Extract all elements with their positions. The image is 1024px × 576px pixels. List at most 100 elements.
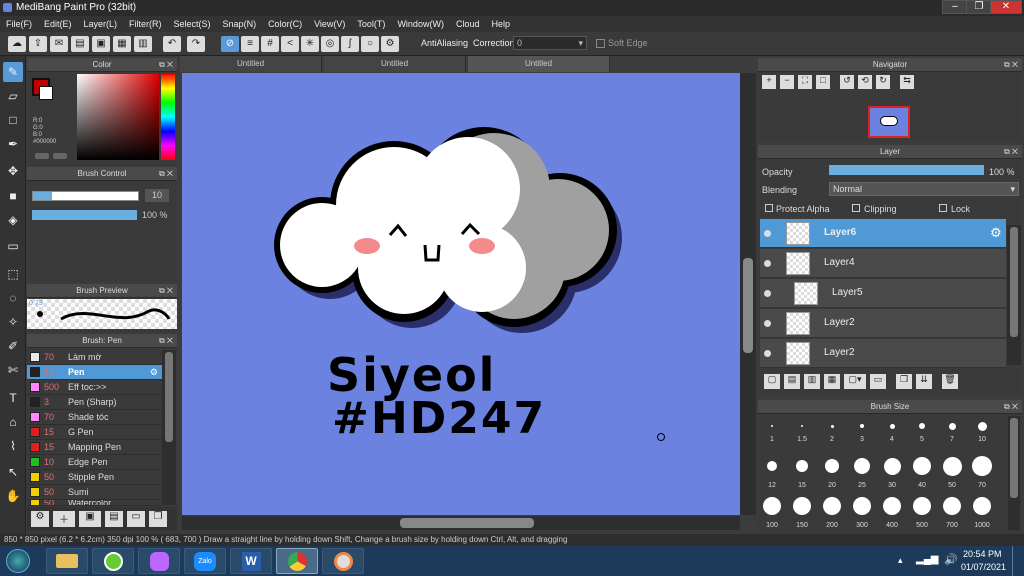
layer-opacity-slider[interactable] xyxy=(829,165,984,175)
menu-select[interactable]: Select(S) xyxy=(174,19,211,29)
comment-icon[interactable]: ✉ xyxy=(50,36,68,52)
layer-row[interactable]: Layer4 xyxy=(760,249,1006,278)
zoom-out-icon[interactable]: − xyxy=(780,75,794,89)
brush-opacity-slider[interactable] xyxy=(32,210,137,220)
layer-visibility-icon[interactable] xyxy=(764,290,771,297)
menu-snap[interactable]: Snap(N) xyxy=(223,19,257,29)
brush-size-dot[interactable] xyxy=(767,461,777,471)
brush-size-dot[interactable] xyxy=(801,425,803,427)
hand-tool-icon[interactable]: ✋ xyxy=(3,486,23,506)
brush-list-item[interactable]: 10 Edge Pen xyxy=(27,455,162,470)
brush-size-dot[interactable] xyxy=(883,457,901,475)
network-icon[interactable]: ▂▄▆ xyxy=(916,554,938,565)
menu-window[interactable]: Window(W) xyxy=(397,19,444,29)
circle-snap-icon[interactable]: ○ xyxy=(361,36,379,52)
reset-rotation-icon[interactable]: ⟲ xyxy=(858,75,872,89)
layer-visibility-icon[interactable] xyxy=(764,320,771,327)
cloud-icon[interactable]: ☁ xyxy=(8,36,26,52)
divide-tool-icon[interactable]: ⌂ xyxy=(3,412,23,432)
layer-row[interactable]: Layer2 xyxy=(760,339,1006,368)
layer-visibility-icon[interactable] xyxy=(764,230,771,237)
eraser-tool-icon[interactable]: ▱ xyxy=(3,86,23,106)
clipping-checkbox[interactable] xyxy=(852,204,860,212)
layer-visibility-icon[interactable] xyxy=(764,260,771,267)
medibang-taskbar-icon[interactable] xyxy=(322,548,364,574)
add-brush-image-icon[interactable]: ▣ xyxy=(79,511,101,527)
brush-size-dot[interactable] xyxy=(913,457,931,475)
brush-settings-icon[interactable]: ⚙ xyxy=(31,511,49,527)
select-eraser-tool-icon[interactable]: ✄ xyxy=(3,360,23,380)
brush-size-dot[interactable] xyxy=(948,422,956,430)
menu-edit[interactable]: Edit(E) xyxy=(44,19,72,29)
chrome-icon[interactable] xyxy=(276,548,318,574)
menu-filter[interactable]: Filter(R) xyxy=(129,19,162,29)
menu-cloud[interactable]: Cloud xyxy=(456,19,480,29)
brush-size-dot[interactable] xyxy=(796,460,808,472)
brush-size-dot[interactable] xyxy=(860,424,864,428)
brush-list-item[interactable]: 70 Shade tóc xyxy=(27,410,162,425)
pen-line-tool-icon[interactable]: ✒ xyxy=(3,134,23,154)
brush-size-dot[interactable] xyxy=(943,497,961,515)
eyedropper-tool-icon[interactable]: ⌇ xyxy=(3,436,23,456)
brush-size-value[interactable]: 10 xyxy=(145,189,169,202)
add-brush-icon[interactable]: ＋ xyxy=(53,511,75,527)
menu-help[interactable]: Help xyxy=(491,19,510,29)
brush-size-dot[interactable] xyxy=(913,497,931,515)
new-8bit-layer-icon[interactable]: ▥ xyxy=(804,374,820,389)
radial-snap-icon[interactable]: ✳ xyxy=(301,36,319,52)
secondary-color-swatch[interactable] xyxy=(39,86,53,100)
flip-icon[interactable]: ⇆ xyxy=(900,75,914,89)
brush-size-dot[interactable] xyxy=(823,497,841,515)
show-desktop-button[interactable] xyxy=(1012,546,1024,576)
file-explorer-icon[interactable] xyxy=(46,548,88,574)
brush-size-dot[interactable] xyxy=(853,497,871,515)
brush-list-item[interactable]: 50 Sumi xyxy=(27,485,162,500)
rect-fill-tool-icon[interactable]: ■ xyxy=(3,186,23,206)
grid-icon[interactable]: ▦ xyxy=(113,36,131,52)
new-folder-icon[interactable]: ▭ xyxy=(870,374,886,389)
brush-size-dot[interactable] xyxy=(771,425,773,427)
brush-list-item[interactable]: 15 G Pen xyxy=(27,425,162,440)
zoom-in-icon[interactable]: + xyxy=(762,75,776,89)
maximize-button[interactable]: ❐ xyxy=(966,0,992,14)
menu-view[interactable]: View(V) xyxy=(314,19,345,29)
drawing-canvas[interactable]: Siyeol #HD247 xyxy=(182,73,740,515)
vanishing-point-icon[interactable]: < xyxy=(281,36,299,52)
new-layer-icon[interactable]: ▢ xyxy=(764,374,780,389)
tab-untitled-2[interactable]: Untitled xyxy=(324,56,466,72)
text-tool-icon[interactable]: T xyxy=(3,388,23,408)
brush-list-item[interactable]: 50 Stipple Pen xyxy=(27,470,162,485)
brush-size-dot[interactable] xyxy=(972,456,992,476)
page-icon[interactable]: ▥ xyxy=(134,36,152,52)
concentric-snap-icon[interactable]: ◎ xyxy=(321,36,339,52)
brush-size-dot[interactable] xyxy=(763,497,781,515)
snap-off-icon[interactable]: ⊘ xyxy=(221,36,239,52)
canvas-vertical-scrollbar[interactable] xyxy=(740,73,756,515)
brush-list-item[interactable]: 70 Làm mờ xyxy=(27,350,162,365)
brush-size-slider[interactable] xyxy=(32,191,139,201)
actual-size-icon[interactable]: □ xyxy=(816,75,830,89)
parallel-snap-icon[interactable]: ≡ xyxy=(241,36,259,52)
save-icon[interactable]: ▣ xyxy=(92,36,110,52)
select-tool-icon[interactable]: ⬚ xyxy=(3,264,23,284)
brush-list-item[interactable]: 10 Pen ⚙ xyxy=(27,365,162,380)
layer-row[interactable]: Layer2 xyxy=(760,309,1006,338)
menu-color[interactable]: Color(C) xyxy=(268,19,302,29)
hue-slider[interactable] xyxy=(161,74,175,160)
brush-item-settings-icon[interactable]: ⚙ xyxy=(150,367,158,378)
zalo-icon[interactable]: Zalo xyxy=(184,548,226,574)
layer-settings-icon[interactable]: ⚙ xyxy=(990,225,1002,241)
correction-select[interactable]: 0 ▾ xyxy=(513,36,587,50)
brush-list-item[interactable]: 3 Pen (Sharp) xyxy=(27,395,162,410)
magic-wand-tool-icon[interactable]: ✧ xyxy=(3,312,23,332)
brush-size-dot[interactable] xyxy=(889,423,895,429)
cross-snap-icon[interactable]: # xyxy=(261,36,279,52)
brush-size-dot[interactable] xyxy=(830,424,834,428)
brush-size-scrollbar[interactable] xyxy=(1008,416,1020,530)
lasso-tool-icon[interactable]: ◌ xyxy=(3,288,23,308)
brush-tool-icon[interactable]: ✎ xyxy=(3,62,23,82)
rotate-left-icon[interactable]: ↺ xyxy=(840,75,854,89)
new-1bit-layer-icon[interactable]: ▦ xyxy=(824,374,840,389)
bucket-tool-icon[interactable]: ◈ xyxy=(3,210,23,230)
menu-layer[interactable]: Layer(L) xyxy=(84,19,118,29)
